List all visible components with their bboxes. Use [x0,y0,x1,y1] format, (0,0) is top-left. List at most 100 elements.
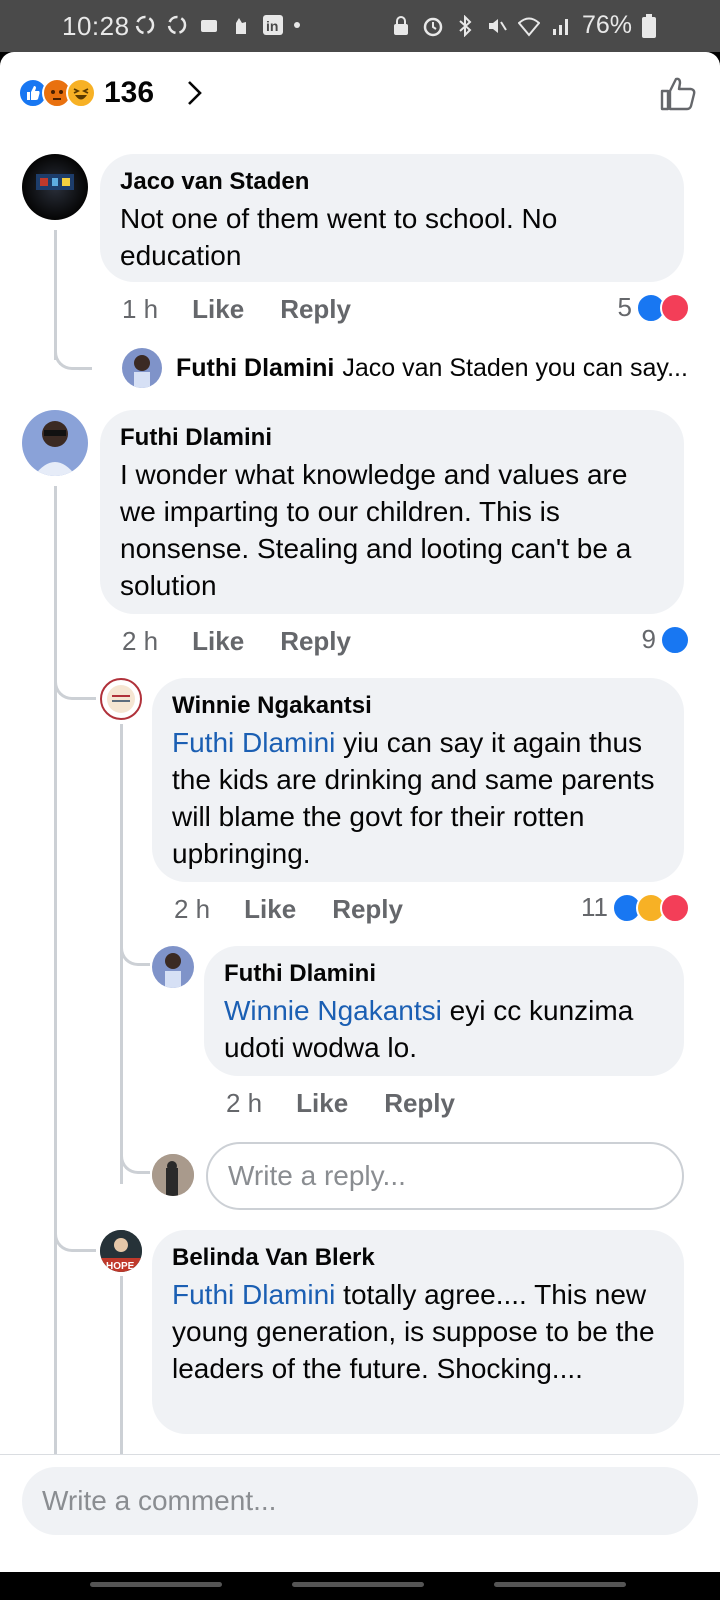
more-notifications-dot [294,22,300,28]
reply-author[interactable]: Futhi Dlamini [224,960,664,988]
comment-text: I wonder what knowledge and values are w… [120,459,632,601]
love-reaction-icon [660,892,690,923]
like-link[interactable]: Like [244,894,296,925]
mention-link[interactable]: Futhi Dlamini [172,1279,335,1310]
reply-age: 2 h [174,894,211,924]
reply-author[interactable]: Winnie Ngakantsi [172,692,664,720]
love-reaction-icon [660,292,690,323]
avatar[interactable] [152,946,194,988]
svg-text:in: in [266,18,278,34]
reply-text: Winnie Ngakantsi eyi cc kunzima udoti wo… [224,992,664,1066]
write-comment-input[interactable]: Write a comment... [22,1467,698,1535]
linkedin-icon: in [263,15,283,35]
mention-link[interactable]: Futhi Dlamini [172,727,335,758]
status-time: 10:28 [62,11,130,41]
like-link[interactable]: Like [192,294,244,325]
like-link[interactable]: Like [192,626,244,657]
reactions-header: 136 [0,52,720,140]
reply-preview: Jaco van Staden you can say... [342,354,688,382]
nav-recents-handle[interactable] [90,1582,222,1587]
comment-reactions[interactable]: 9 [642,624,690,655]
comment-author[interactable]: Futhi Dlamini [120,424,664,452]
download-icon [201,20,217,32]
mute-icon [488,18,507,33]
reply-bubble: Futhi Dlamini Winnie Ngakantsi eyi cc ku… [204,946,684,1076]
thread-connector [120,930,150,966]
haha-reaction-icon [66,78,96,108]
like-reaction-icon [660,624,690,655]
reply-author[interactable]: Belinda Van Blerk [172,1244,664,1272]
avatar-image [152,1154,194,1196]
thread-line [54,486,57,1456]
write-reply-input[interactable]: Write a reply... [206,1142,684,1210]
nav-home-handle[interactable] [292,1582,424,1587]
avatar[interactable] [100,678,142,720]
comment-actions: 1 h Like Reply [122,294,351,325]
thread-connector [54,332,92,370]
reply-actions: 2 h Like Reply [226,1088,455,1119]
reply-link[interactable]: Reply [280,294,351,325]
bluetooth-icon [459,14,472,37]
reply-link[interactable]: Reply [384,1088,455,1119]
avatar-image: HOPE [100,1230,142,1272]
mention-link[interactable]: Winnie Ngakantsi [224,995,442,1026]
hand-icon [236,18,246,34]
system-icons: 76% [390,11,656,40]
nav-back-handle[interactable] [494,1582,626,1587]
signal-icon [552,18,568,35]
reactions-summary[interactable]: 136 [18,76,154,110]
like-link[interactable]: Like [296,1088,348,1119]
reply-text: Futhi Dlamini yiu can say it again thus … [172,724,664,872]
avatar-image [107,685,135,713]
thread-connector [54,662,96,700]
sync-icon [167,15,187,35]
reply-author: Futhi Dlamini [176,354,335,382]
avatar[interactable]: HOPE [100,1230,142,1272]
collapsed-reply[interactable]: Futhi Dlamini Jaco van Staden you can sa… [176,354,688,383]
alarm-icon [423,17,443,36]
comment-bubble: Jaco van Staden Not one of them went to … [100,154,684,282]
reply-bubble: Winnie Ngakantsi Futhi Dlamini yiu can s… [152,678,684,882]
comment-age: 2 h [122,626,159,656]
battery-percent: 76% [581,11,632,39]
avatar-image [165,953,181,988]
reply-reaction-count: 11 [581,892,608,922]
thread-connector [54,1214,96,1252]
avatar[interactable] [22,410,88,476]
comment-author[interactable]: Jaco van Staden [120,168,664,196]
avatar[interactable] [122,348,162,388]
like-post-button[interactable] [658,74,698,114]
thread-connector [120,1138,150,1174]
reply-link[interactable]: Reply [332,894,403,925]
notification-icons: in [134,14,300,36]
comment-reaction-count: 9 [641,624,656,654]
reply-age: 2 h [226,1088,263,1118]
reply-actions: 2 h Like Reply [174,894,403,925]
reply-link[interactable]: Reply [280,626,351,657]
sync-icon [135,15,155,35]
chevron-right-icon[interactable] [180,78,210,108]
comments-sheet: 136 Jaco van Staden Not one of them went… [0,52,720,1572]
comment-age: 1 h [122,294,159,324]
lock-icon [393,15,408,35]
comment-text: Not one of them went to school. No educa… [120,203,558,271]
avatar[interactable] [22,154,88,220]
wifi-icon [517,17,540,37]
comment-actions: 2 h Like Reply [122,626,351,657]
reply-reactions[interactable]: 11 [581,892,690,923]
avatar-text: HOPE [106,1261,135,1272]
thread-line [120,1276,123,1466]
battery-icon [642,13,656,38]
comment-composer: Write a comment... [0,1454,720,1572]
avatar-image [134,355,150,388]
reaction-count: 136 [104,76,155,109]
system-nav-bar [0,1572,720,1600]
comment-reactions[interactable]: 5 [618,292,690,323]
comment-reaction-count: 5 [617,292,632,322]
avatar-image [36,174,74,190]
comment-bubble: Futhi Dlamini I wonder what knowledge an… [100,410,684,614]
avatar-image [34,421,76,476]
current-user-avatar [152,1154,194,1196]
reply-bubble: Belinda Van Blerk Futhi Dlamini totally … [152,1230,684,1434]
reply-text: Futhi Dlamini totally agree.... This new… [172,1276,664,1387]
